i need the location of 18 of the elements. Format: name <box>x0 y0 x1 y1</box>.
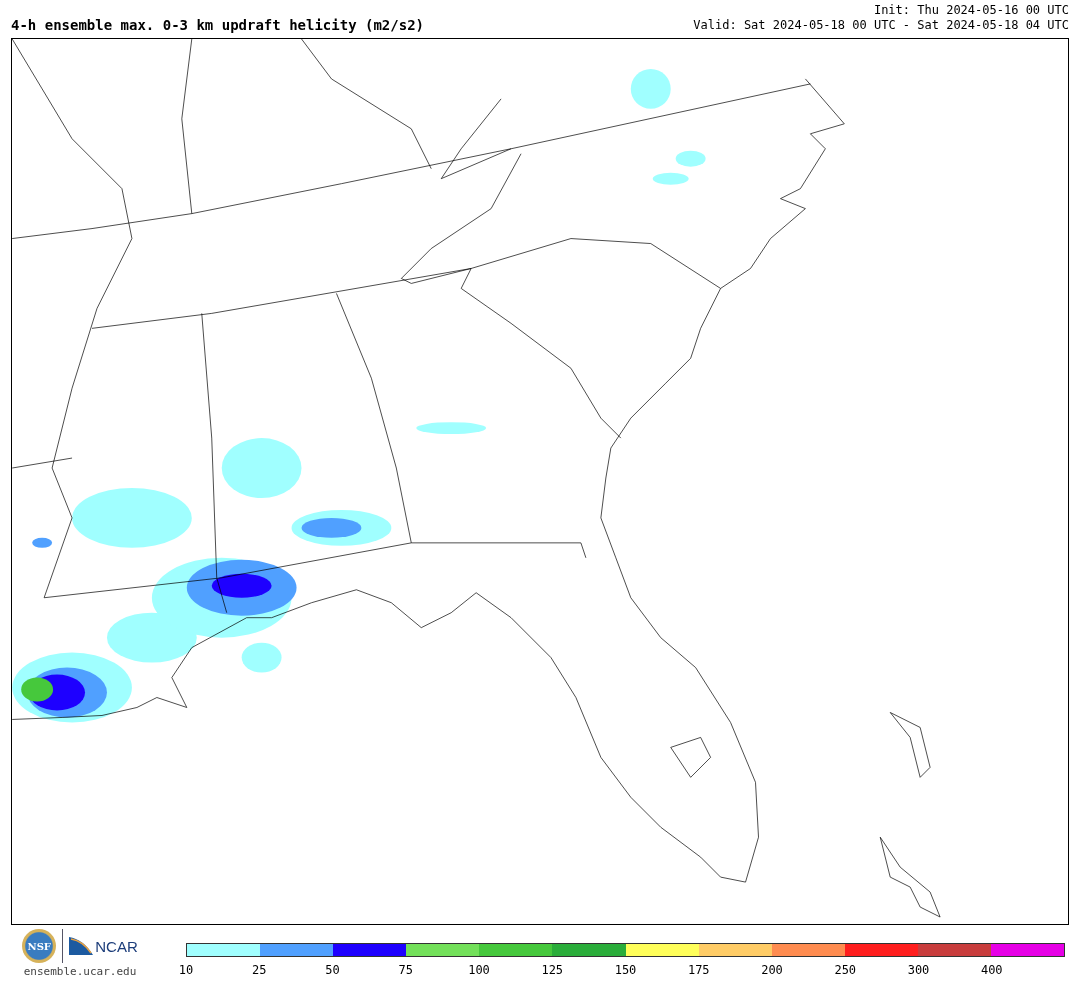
tick-label: 400 <box>980 963 1003 977</box>
tick-label: 100 <box>468 963 490 977</box>
init-time: Init: Thu 2024-05-16 00 UTC <box>873 3 1069 18</box>
site-url: ensemble.ucar.edu <box>23 965 137 978</box>
tick-label: 10 <box>178 963 194 977</box>
tick-label: 150 <box>614 963 637 977</box>
tick-label: 200 <box>761 963 783 977</box>
valid-time: Valid: Sat 2024-05-18 00 UTC - Sat 2024-05-18 04 UTC <box>693 18 1069 33</box>
tick-label: 50 <box>325 963 340 977</box>
chart-title: 4-h ensemble max. 0-3 km updraft helicity (m2/s2) <box>11 17 424 33</box>
tick-label: 300 <box>907 963 930 977</box>
nsf-logo: NSF <box>22 929 57 963</box>
tick-label: 125 <box>541 963 564 977</box>
tick-label: 175 <box>687 963 710 977</box>
ncar-logo: NCAR <box>69 937 138 955</box>
tick-label: 25 <box>252 963 267 977</box>
tick-label: 75 <box>398 963 413 977</box>
tick-label: 250 <box>834 963 857 977</box>
